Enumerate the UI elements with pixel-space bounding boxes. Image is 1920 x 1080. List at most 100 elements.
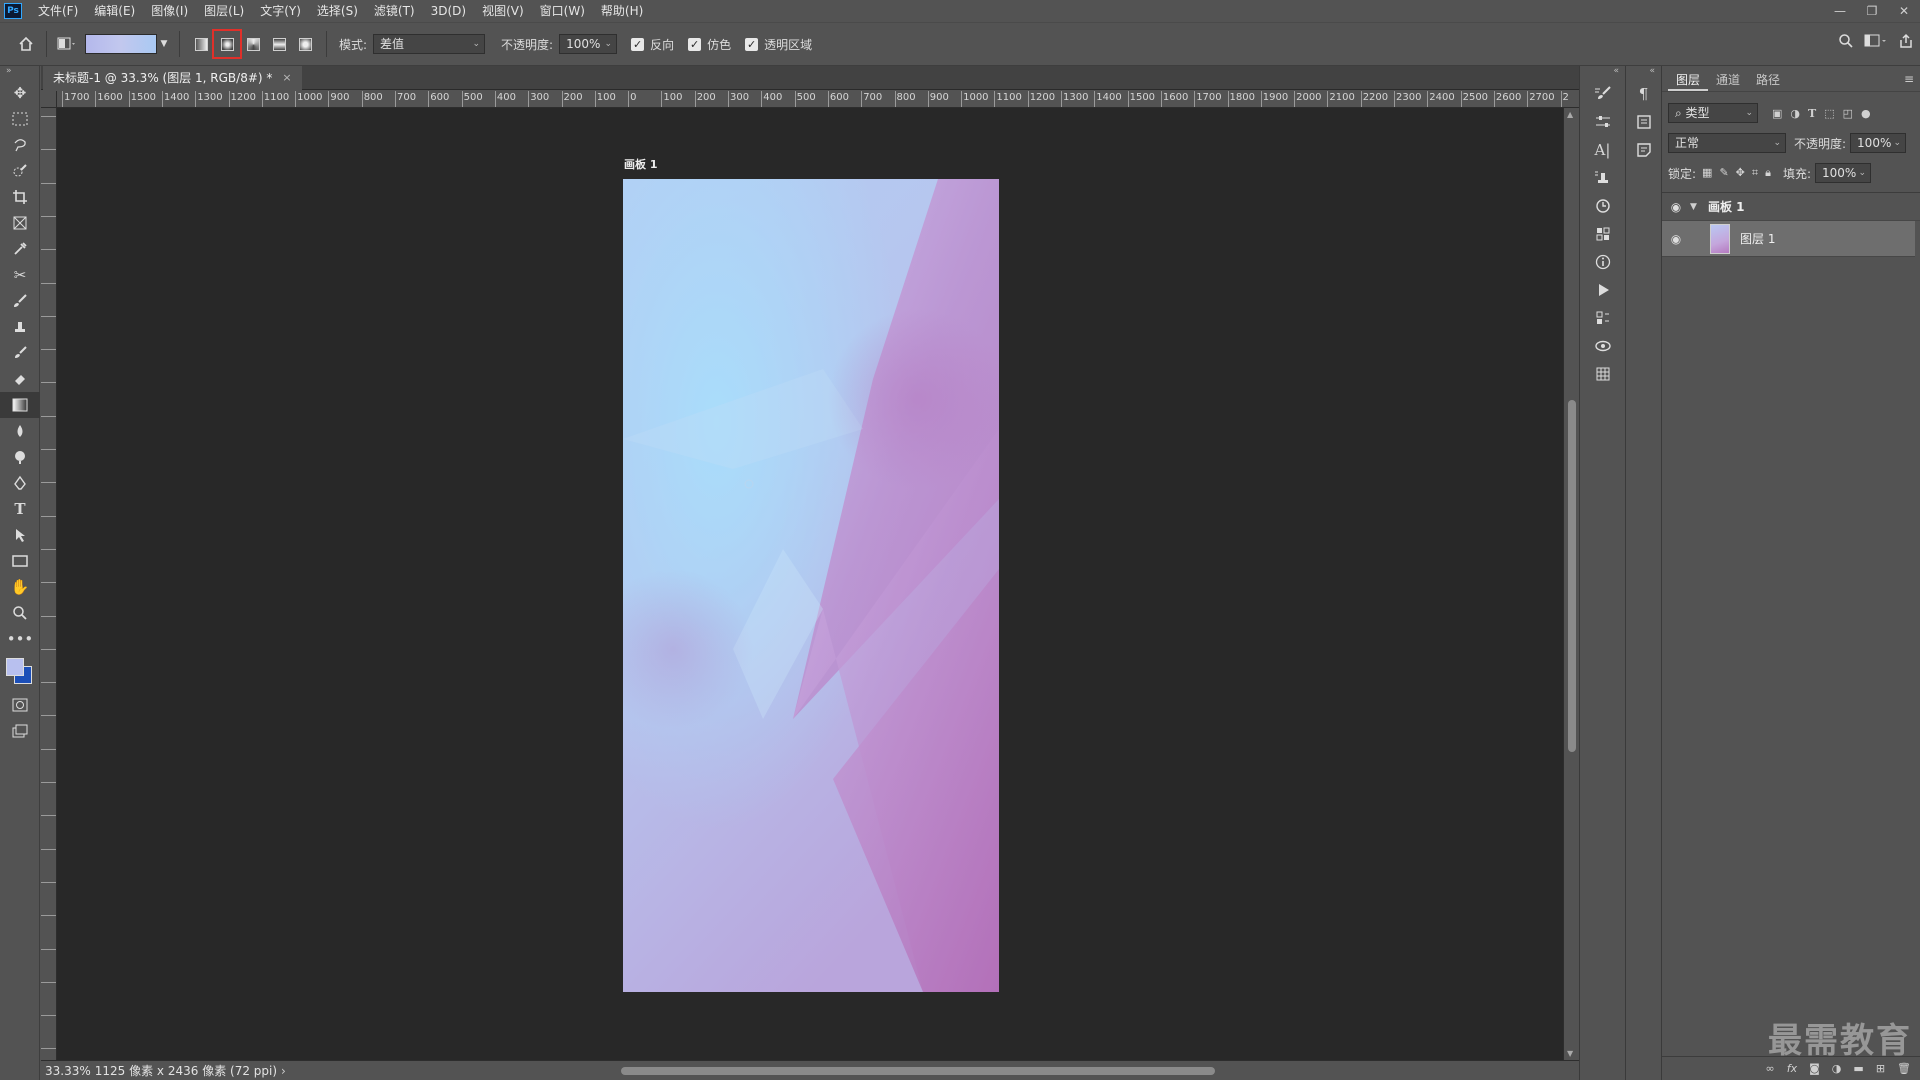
artboard-label[interactable]: 画板 1	[624, 156, 657, 172]
vertical-scrollbar[interactable]: ▲ ▼	[1563, 108, 1579, 1060]
workspace-icon[interactable]	[1864, 33, 1888, 52]
layer-comps-icon[interactable]	[1580, 304, 1625, 332]
close-tab-icon[interactable]: ×	[282, 66, 291, 90]
clone-stamp-tool-icon[interactable]	[0, 314, 40, 340]
blur-tool-icon[interactable]	[0, 418, 40, 444]
menu-image[interactable]: 图像(I)	[143, 0, 196, 22]
scroll-down-icon[interactable]: ▼	[1567, 1049, 1573, 1058]
quick-mask-icon[interactable]	[0, 692, 40, 718]
paragraph-icon[interactable]: ¶	[1626, 80, 1661, 108]
layer-row-artboard[interactable]: ◉ ▼ 画板 1	[1662, 193, 1920, 221]
3d-icon[interactable]	[1580, 332, 1625, 360]
menu-type[interactable]: 文字(Y)	[252, 0, 309, 22]
menu-select[interactable]: 选择(S)	[309, 0, 366, 22]
actions-play-icon[interactable]	[1580, 276, 1625, 304]
type-tool-icon[interactable]: T	[0, 496, 40, 522]
filter-shape-icon[interactable]: ⬚	[1824, 107, 1834, 120]
rectangle-tool-icon[interactable]	[0, 548, 40, 574]
quick-selection-tool-icon[interactable]	[0, 158, 40, 184]
mode-select[interactable]: 差值 ⌄	[373, 34, 486, 54]
brush-tool-icon[interactable]	[0, 288, 40, 314]
screen-mode-icon[interactable]	[0, 718, 40, 744]
adjustments-icon[interactable]	[1580, 108, 1625, 136]
menu-help[interactable]: 帮助(H)	[593, 0, 651, 22]
color-swatches-icon[interactable]	[1580, 220, 1625, 248]
home-icon[interactable]	[14, 32, 38, 56]
vertical-ruler[interactable]	[41, 108, 57, 1060]
canvas-area[interactable]: 画板 1	[57, 108, 1563, 1060]
panel-menu-icon[interactable]: ≡	[1904, 72, 1914, 86]
add-mask-icon[interactable]: ◙	[1809, 1062, 1820, 1075]
visibility-eye-icon[interactable]: ◉	[1662, 232, 1690, 246]
gradient-tool-preset-icon[interactable]	[55, 32, 79, 56]
visibility-eye-icon[interactable]: ◉	[1662, 200, 1690, 214]
reverse-checkbox[interactable]: ✓	[631, 37, 645, 51]
vertical-scroll-thumb[interactable]	[1568, 400, 1576, 752]
reverse-option[interactable]: ✓ 反向	[631, 36, 674, 53]
new-group-folder-icon[interactable]: ▬	[1853, 1062, 1863, 1075]
adjustment-layer-icon[interactable]: ◑	[1832, 1062, 1842, 1075]
tab-layers[interactable]: 图层	[1668, 69, 1709, 91]
eraser-tool-icon[interactable]	[0, 366, 40, 392]
tab-paths[interactable]: 路径	[1748, 69, 1788, 91]
reflected-gradient-button[interactable]	[268, 33, 290, 55]
path-selection-tool-icon[interactable]	[0, 522, 40, 548]
search-icon[interactable]	[1838, 33, 1854, 52]
opacity-input[interactable]: 100% ⌄	[559, 34, 618, 54]
radial-gradient-button[interactable]	[212, 29, 242, 59]
pen-tool-icon[interactable]	[0, 470, 40, 496]
clone-source-icon[interactable]	[1580, 164, 1625, 192]
menu-file[interactable]: 文件(F)	[30, 0, 86, 22]
menu-edit[interactable]: 编辑(E)	[86, 0, 143, 22]
link-layers-icon[interactable]: ∞	[1766, 1062, 1775, 1075]
filter-toggle-icon[interactable]: ●	[1861, 107, 1871, 120]
lock-artboard-icon[interactable]: ⌗	[1752, 166, 1758, 180]
foreground-color-swatch[interactable]	[6, 658, 24, 676]
collapse-chevron-icon[interactable]: »	[0, 66, 39, 80]
crop-tool-icon[interactable]	[0, 184, 40, 210]
gradient-tool-icon[interactable]	[0, 392, 40, 418]
status-menu-arrow-icon[interactable]: ›	[281, 1064, 286, 1078]
healing-brush-tool-icon[interactable]: ✂	[0, 262, 40, 288]
more-tools-icon[interactable]: •••	[0, 626, 40, 652]
menu-layer[interactable]: 图层(L)	[196, 0, 252, 22]
gradient-preview-swatch[interactable]	[85, 34, 157, 54]
tab-channels[interactable]: 通道	[1708, 69, 1748, 91]
layer-row-layer1[interactable]: ◉ 图层 1	[1662, 221, 1915, 257]
lock-all-icon[interactable]: 🔒︎	[1765, 166, 1771, 180]
dodge-tool-icon[interactable]	[0, 444, 40, 470]
restore-button[interactable]: ❐	[1856, 0, 1888, 22]
scroll-up-icon[interactable]: ▲	[1567, 110, 1573, 119]
eyedropper-tool-icon[interactable]	[0, 236, 40, 262]
menu-3d[interactable]: 3D(D)	[423, 0, 474, 22]
zoom-tool-icon[interactable]	[0, 600, 40, 626]
blend-mode-select[interactable]: 正常 ⌄	[1668, 133, 1786, 153]
lasso-tool-icon[interactable]	[0, 132, 40, 158]
new-layer-icon[interactable]: ⊞	[1876, 1062, 1885, 1075]
fill-input[interactable]: 100% ⌄	[1815, 163, 1871, 183]
linear-gradient-button[interactable]	[190, 33, 212, 55]
horizontal-scroll-thumb[interactable]	[621, 1067, 1215, 1075]
minimize-button[interactable]: —	[1824, 0, 1856, 22]
frame-tool-icon[interactable]	[0, 210, 40, 236]
ruler-origin[interactable]	[41, 91, 57, 108]
transparency-option[interactable]: ✓ 透明区域	[745, 36, 812, 53]
character-icon[interactable]: A|	[1580, 136, 1625, 164]
transparency-checkbox[interactable]: ✓	[745, 37, 759, 51]
layer-filter-select[interactable]: ⌕ 类型 ⌄	[1668, 103, 1758, 123]
table-grid-icon[interactable]	[1580, 360, 1625, 388]
filter-adjustment-icon[interactable]: ◑	[1790, 107, 1800, 120]
info-icon[interactable]	[1580, 248, 1625, 276]
filter-type-icon[interactable]: T	[1808, 107, 1816, 120]
artboard[interactable]	[623, 179, 999, 992]
menu-window[interactable]: 窗口(W)	[532, 0, 593, 22]
layer-opacity-input[interactable]: 100% ⌄	[1850, 133, 1907, 153]
filter-pixel-icon[interactable]: ▣	[1772, 107, 1782, 120]
dither-checkbox[interactable]: ✓	[688, 37, 702, 51]
color-swatches[interactable]	[0, 652, 40, 692]
hand-tool-icon[interactable]: ✋	[0, 574, 40, 600]
gradient-picker-chevron-down-icon[interactable]: ▼	[157, 32, 171, 56]
marquee-tool-icon[interactable]	[0, 106, 40, 132]
history-icon[interactable]	[1580, 192, 1625, 220]
menu-filter[interactable]: 滤镜(T)	[366, 0, 423, 22]
